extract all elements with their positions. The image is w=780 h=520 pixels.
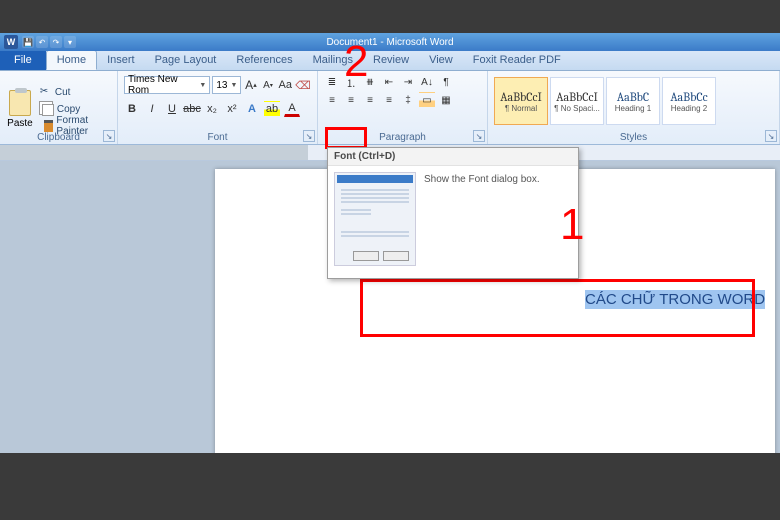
group-clipboard: Paste ✂Cut Copy Format Painter Clipboard… [0, 71, 118, 144]
superscript-button[interactable]: x² [224, 101, 240, 117]
sort-button[interactable]: A↓ [419, 74, 435, 90]
change-case-button[interactable]: Aa [278, 77, 293, 93]
bullets-button[interactable]: ≣ [324, 74, 340, 90]
styles-group-label: Styles [488, 132, 779, 143]
font-family-combo[interactable]: Times New Rom▼ [124, 76, 210, 94]
word-app-icon: W [4, 35, 18, 49]
align-left-button[interactable]: ≡ [324, 92, 340, 108]
clear-formatting-button[interactable]: ⌫ [295, 77, 311, 93]
tab-file[interactable]: File [0, 50, 46, 70]
tab-review[interactable]: Review [363, 50, 419, 70]
strikethrough-button[interactable]: abc [184, 101, 200, 117]
tooltip-thumbnail [334, 172, 416, 266]
paragraph-dialog-launcher[interactable]: ↘ [473, 130, 485, 142]
tooltip-title: Font (Ctrl+D) [328, 148, 578, 166]
font-color-button[interactable]: A [284, 101, 300, 117]
copy-icon [42, 104, 54, 116]
tab-foxit[interactable]: Foxit Reader PDF [463, 50, 571, 70]
shrink-font-button[interactable]: A▾ [260, 77, 275, 93]
bold-button[interactable]: B [124, 101, 140, 117]
style-no-spacing[interactable]: AaBbCcI ¶ No Spaci... [550, 77, 604, 125]
align-right-button[interactable]: ≡ [362, 92, 378, 108]
align-center-button[interactable]: ≡ [343, 92, 359, 108]
font-tooltip: Font (Ctrl+D) Show the Font dialog box. [327, 147, 579, 279]
style-heading2[interactable]: AaBbCc Heading 2 [662, 77, 716, 125]
selected-document-text[interactable]: CÁC CHỮ TRONG WORD [585, 291, 765, 309]
qat-dropdown-icon[interactable]: ▾ [64, 36, 76, 48]
group-font: Times New Rom▼ 13▼ A▴ A▾ Aa ⌫ B I U abc … [118, 71, 318, 144]
group-paragraph: ≣ ⒈ ⧻ ⇤ ⇥ A↓ ¶ ≡ ≡ ≡ ≡ ‡ ▭ ▦ [318, 71, 488, 144]
group-styles: AaBbCcI ¶ Normal AaBbCcI ¶ No Spaci... A… [488, 71, 780, 144]
brush-icon [44, 120, 54, 132]
styles-dialog-launcher[interactable]: ↘ [765, 130, 777, 142]
multilevel-button[interactable]: ⧻ [362, 74, 378, 90]
style-normal[interactable]: AaBbCcI ¶ Normal [494, 77, 548, 125]
highlight-button[interactable]: ab [264, 101, 280, 117]
subscript-button[interactable]: x₂ [204, 101, 220, 117]
window-title: Document1 - Microsoft Word [326, 37, 453, 48]
show-marks-button[interactable]: ¶ [438, 74, 454, 90]
cut-icon: ✂ [40, 86, 52, 98]
numbering-button[interactable]: ⒈ [343, 74, 359, 90]
cut-button[interactable]: ✂Cut [38, 84, 111, 100]
ribbon: Paste ✂Cut Copy Format Painter Clipboard… [0, 71, 780, 145]
tab-view[interactable]: View [419, 50, 463, 70]
text-effects-button[interactable]: A [244, 101, 260, 117]
tab-home[interactable]: Home [46, 50, 97, 70]
justify-button[interactable]: ≡ [381, 92, 397, 108]
redo-icon[interactable]: ↷ [50, 36, 62, 48]
underline-button[interactable]: U [164, 101, 180, 117]
tab-page-layout[interactable]: Page Layout [145, 50, 227, 70]
tab-insert[interactable]: Insert [97, 50, 145, 70]
tooltip-description: Show the Font dialog box. [424, 172, 540, 266]
clipboard-group-label: Clipboard [0, 132, 117, 143]
italic-button[interactable]: I [144, 101, 160, 117]
paste-label: Paste [7, 118, 33, 129]
font-group-label: Font [118, 132, 317, 143]
ribbon-tabs: File Home Insert Page Layout References … [0, 51, 780, 71]
clipboard-dialog-launcher[interactable]: ↘ [103, 130, 115, 142]
borders-button[interactable]: ▦ [438, 92, 454, 108]
grow-font-button[interactable]: A▴ [243, 77, 258, 93]
chevron-down-icon: ▼ [230, 82, 237, 89]
increase-indent-button[interactable]: ⇥ [400, 74, 416, 90]
chevron-down-icon: ▼ [199, 82, 206, 89]
font-size-combo[interactable]: 13▼ [212, 76, 241, 94]
save-icon[interactable]: 💾 [22, 36, 34, 48]
tab-references[interactable]: References [226, 50, 302, 70]
paragraph-group-label: Paragraph [318, 132, 487, 143]
undo-icon[interactable]: ↶ [36, 36, 48, 48]
paste-icon [9, 90, 31, 116]
line-spacing-button[interactable]: ‡ [400, 92, 416, 108]
quick-access-toolbar[interactable]: 💾 ↶ ↷ ▾ [22, 36, 76, 48]
font-dialog-launcher[interactable]: ↘ [303, 130, 315, 142]
style-heading1[interactable]: AaBbC Heading 1 [606, 77, 660, 125]
decrease-indent-button[interactable]: ⇤ [381, 74, 397, 90]
titlebar: W 💾 ↶ ↷ ▾ Document1 - Microsoft Word [0, 33, 780, 51]
shading-button[interactable]: ▭ [419, 92, 435, 108]
tab-mailings[interactable]: Mailings [303, 50, 363, 70]
